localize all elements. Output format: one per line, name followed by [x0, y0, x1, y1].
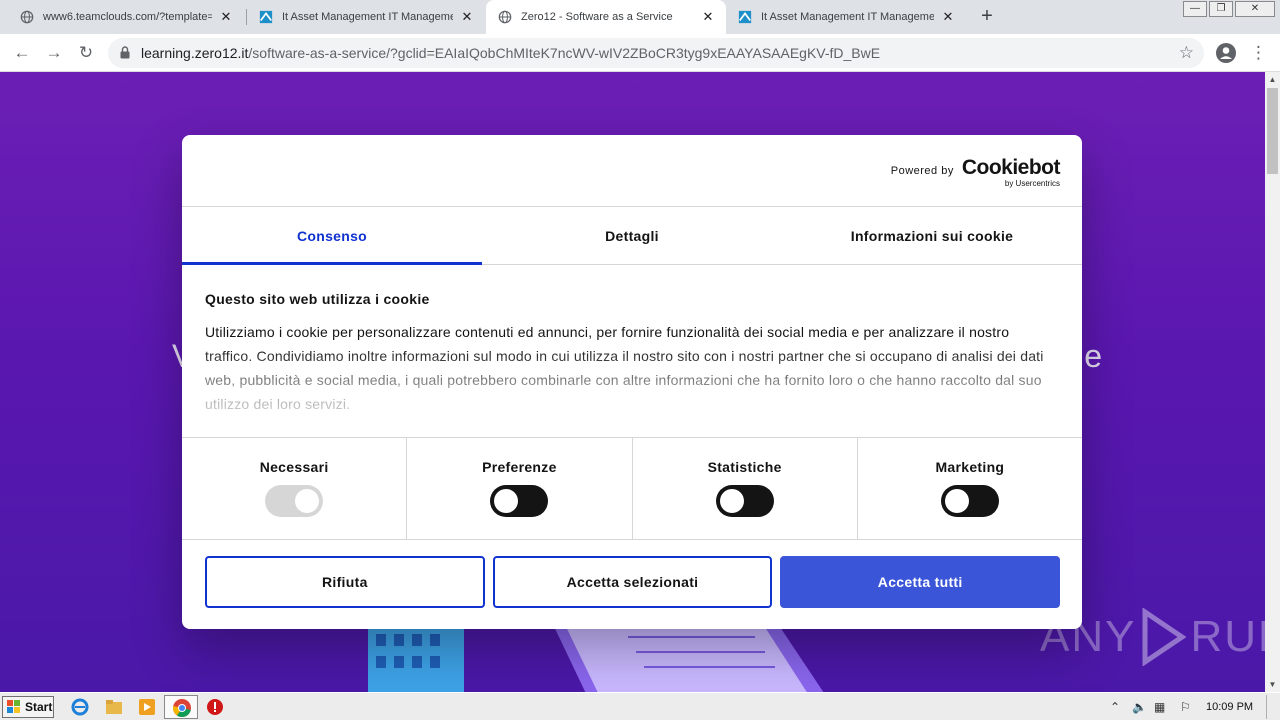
tab-informazioni[interactable]: Informazioni sui cookie: [782, 207, 1082, 264]
necessari-toggle: [265, 485, 324, 517]
tab-title: It Asset Management IT Managemen: [761, 11, 934, 23]
antivirus-icon[interactable]: [205, 697, 225, 717]
cookiebot-logo[interactable]: Cookiebot by Usercentrics: [961, 156, 1061, 189]
taskbar-chrome-button[interactable]: [164, 695, 198, 719]
dialog-actions: Rifiuta Accetta selezionati Accetta tutt…: [182, 540, 1082, 608]
reject-button[interactable]: Rifiuta: [205, 556, 485, 608]
category-marketing: Marketing: [858, 438, 1082, 539]
action-center-flag-icon[interactable]: ⚐: [1180, 700, 1191, 714]
show-desktop-button[interactable]: [1266, 695, 1278, 719]
consent-heading: Questo sito web utilizza i cookie: [205, 291, 430, 307]
cookie-consent-dialog: Powered by Cookiebot by Usercentrics Con…: [182, 135, 1082, 629]
bookmark-star-icon[interactable]: ☆: [1179, 43, 1194, 63]
accept-all-button[interactable]: Accetta tutti: [780, 556, 1061, 608]
tray-expand-icon[interactable]: ⌃: [1110, 700, 1120, 714]
site-logo-icon: [259, 10, 273, 24]
category-statistiche: Statistiche: [633, 438, 858, 539]
url-host: learning.zero12.it: [141, 45, 249, 61]
back-arrow-icon[interactable]: ←: [10, 41, 34, 65]
toggle-knob: [295, 489, 320, 513]
browser-tab-teamclouds[interactable]: www6.teamclouds.com/?template=A ✕: [8, 0, 244, 34]
close-window-button[interactable]: ✕: [1235, 1, 1275, 17]
tab-consenso[interactable]: Consenso: [182, 207, 482, 265]
cookiebot-logo-text: Cookiebot: [961, 156, 1061, 179]
network-icon[interactable]: ▦: [1154, 700, 1165, 714]
preferenze-toggle[interactable]: [490, 485, 549, 517]
powered-by: Powered by Cookiebot by Usercentrics: [890, 156, 1061, 189]
reload-icon[interactable]: ↻: [74, 41, 98, 65]
category-label: Necessari: [259, 459, 329, 475]
category-necessari: Necessari: [182, 438, 408, 539]
chrome-icon: [172, 699, 191, 718]
site-logo-icon: [738, 10, 752, 24]
watermark-right-text: RUN: [1190, 612, 1265, 661]
start-label: Start: [25, 700, 53, 714]
play-logo-icon: [1142, 608, 1187, 666]
category-label: Preferenze: [482, 459, 557, 475]
tab-title: It Asset Management IT Managemen: [282, 11, 453, 23]
tab-dettagli[interactable]: Dettagli: [482, 207, 782, 264]
dialog-header: Powered by Cookiebot by Usercentrics: [182, 135, 1082, 207]
globe-icon: [20, 10, 34, 24]
globe-icon: [498, 10, 512, 24]
forward-arrow-icon[interactable]: →: [42, 41, 66, 65]
system-tray: ⌃ 🔈 ▦ ⚐: [1104, 695, 1280, 719]
profile-avatar-icon[interactable]: [1216, 43, 1236, 63]
marketing-toggle[interactable]: [940, 485, 999, 517]
internet-explorer-icon[interactable]: [70, 697, 90, 717]
cookie-categories: Necessari Preferenze Statistiche Marketi…: [182, 438, 1082, 540]
restore-button[interactable]: ❐: [1209, 1, 1233, 17]
close-tab-icon[interactable]: ✕: [700, 9, 716, 25]
start-button[interactable]: Start: [2, 696, 54, 718]
browser-tab-it-asset-1[interactable]: It Asset Management IT Managemen ✕: [247, 0, 485, 34]
new-tab-button[interactable]: +: [976, 6, 998, 28]
powered-by-label: Powered by: [890, 165, 954, 177]
tab-title: www6.teamclouds.com/?template=A: [43, 11, 212, 23]
tab-title: Zero12 - Software as a Service: [521, 11, 673, 23]
cookiebot-logo-subtext: by Usercentrics: [1004, 179, 1060, 188]
url-text: learning.zero12.it/software-as-a-service…: [141, 45, 880, 61]
volume-icon[interactable]: 🔈: [1132, 700, 1147, 714]
url-path: /software-as-a-service/?gclid=EAIaIQobCh…: [248, 45, 881, 61]
toggle-knob: [494, 489, 519, 513]
windows-logo-icon: [7, 700, 20, 713]
statistiche-toggle[interactable]: [715, 485, 774, 517]
background-headline-right: e: [1084, 338, 1102, 374]
minimize-button[interactable]: —: [1183, 1, 1207, 17]
browser-tab-strip: www6.teamclouds.com/?template=A ✕ It Ass…: [0, 0, 1280, 34]
toggle-knob: [719, 489, 744, 513]
category-label: Marketing: [935, 459, 1005, 475]
page-scrollbar[interactable]: ▲ ▼: [1265, 72, 1280, 692]
browser-menu-icon[interactable]: ⋮: [1250, 42, 1267, 64]
browser-toolbar: ← → ↻ learning.zero12.it/software-as-a-s…: [0, 34, 1280, 72]
media-player-icon[interactable]: [137, 697, 157, 717]
windows-taskbar: Start ⌃ 🔈 ▦ ⚐ 10:09 PM: [0, 692, 1280, 720]
scroll-down-arrow-icon[interactable]: ▼: [1265, 677, 1280, 692]
scroll-up-arrow-icon[interactable]: ▲: [1265, 72, 1280, 87]
close-tab-icon[interactable]: ✕: [940, 9, 956, 25]
category-label: Statistiche: [707, 459, 782, 475]
taskbar-clock[interactable]: 10:09 PM: [1206, 701, 1253, 713]
close-tab-icon[interactable]: ✕: [459, 9, 475, 25]
lock-icon: [120, 46, 130, 59]
accept-selected-button[interactable]: Accetta selezionati: [492, 556, 773, 608]
address-bar[interactable]: learning.zero12.it/software-as-a-service…: [108, 38, 1204, 68]
consent-content: Questo sito web utilizza i cookie Utiliz…: [182, 265, 1082, 438]
close-tab-icon[interactable]: ✕: [218, 9, 234, 25]
scrollbar-thumb[interactable]: [1267, 88, 1278, 174]
content-fade: [182, 347, 1082, 437]
dialog-tabs: Consenso Dettagli Informazioni sui cooki…: [182, 207, 1082, 265]
category-preferenze: Preferenze: [407, 438, 633, 539]
browser-tab-zero12[interactable]: Zero12 - Software as a Service ✕: [486, 0, 726, 34]
browser-tab-it-asset-2[interactable]: It Asset Management IT Managemen ✕: [726, 0, 966, 34]
file-explorer-icon[interactable]: [104, 697, 124, 717]
toggle-knob: [944, 489, 969, 513]
